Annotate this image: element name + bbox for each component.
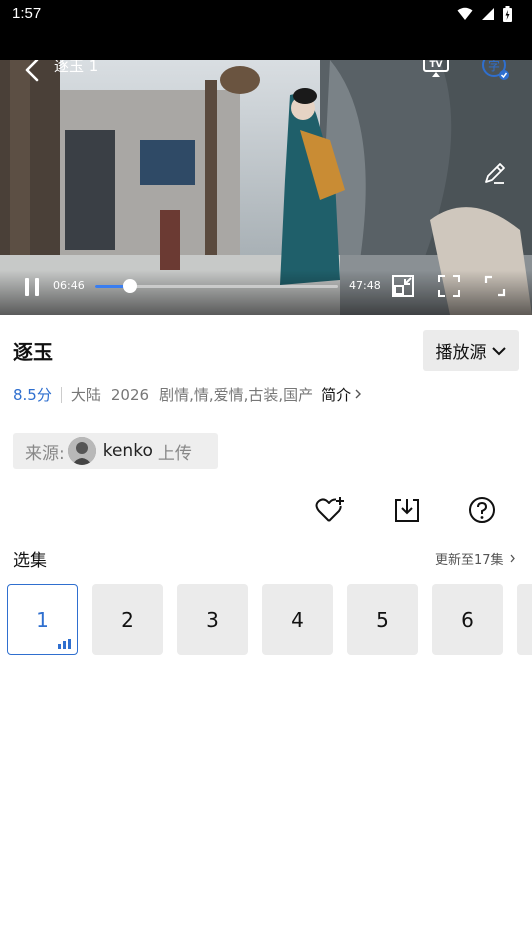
episode-number: 3 <box>206 607 219 632</box>
divider <box>60 386 62 403</box>
player-title: 逐玉 1 <box>54 60 99 75</box>
fullscreen-icon[interactable] <box>483 274 507 298</box>
uploader-name: kenko <box>102 441 153 461</box>
tv-cast-icon[interactable]: TV <box>422 60 450 78</box>
episodes-label: 选集 <box>13 551 47 571</box>
episode-number: 4 <box>291 607 304 632</box>
favorite-add-icon[interactable] <box>315 495 345 525</box>
intro-label: 简介 <box>321 386 352 404</box>
chevron-down-icon <box>491 346 506 355</box>
svg-text:字: 字 <box>488 60 500 73</box>
status-time: 1:57 <box>12 5 42 22</box>
avatar <box>67 437 96 465</box>
rating-score: 8.5分 <box>13 386 52 404</box>
episode-number: 5 <box>376 607 389 632</box>
show-meta: 8.5分 大陆 2026 剧情,情,爱情,古装,国产 简介 <box>13 384 363 405</box>
wifi-icon <box>457 7 473 20</box>
update-text: 更新至17集 <box>435 553 504 568</box>
pause-icon[interactable] <box>22 276 42 298</box>
status-icons <box>457 6 512 22</box>
status-bar-spacer <box>0 30 532 60</box>
uploader-suffix: 上传 <box>157 443 192 464</box>
episode-2[interactable]: 2 <box>92 584 163 655</box>
intro-link[interactable]: 简介 <box>321 384 363 405</box>
seek-bar-handle[interactable] <box>122 279 137 293</box>
picture-in-picture-icon[interactable] <box>391 274 415 298</box>
episodes-update-link[interactable]: 更新至17集 <box>435 549 517 568</box>
current-time: 06:46 <box>53 279 85 292</box>
download-icon[interactable] <box>392 495 422 525</box>
source-button-label: 播放源 <box>435 343 487 363</box>
status-bar: 1:57 <box>0 0 532 30</box>
episode-1[interactable]: 1 <box>7 584 78 655</box>
episode-list: 1 2 3 4 5 6 <box>7 584 532 655</box>
uploader-badge[interactable]: 来源: kenko 上传 <box>13 433 218 469</box>
chevron-right-icon <box>510 554 515 563</box>
subtitle-settings-icon[interactable]: 字 <box>480 60 510 81</box>
episode-next-partial[interactable] <box>517 584 532 655</box>
episode-number: 2 <box>121 607 134 632</box>
now-playing-icon <box>58 639 71 649</box>
episode-3[interactable]: 3 <box>177 584 248 655</box>
chevron-right-icon <box>355 389 362 399</box>
show-title: 逐玉 <box>13 340 53 364</box>
episode-5[interactable]: 5 <box>347 584 418 655</box>
battery-icon <box>503 6 512 22</box>
uploader-label: 来源: <box>25 443 65 464</box>
fit-screen-icon[interactable] <box>437 274 461 298</box>
episode-number: 6 <box>461 607 474 632</box>
seek-bar[interactable] <box>95 279 338 293</box>
year: 2026 <box>110 385 150 404</box>
episode-4[interactable]: 4 <box>262 584 333 655</box>
signal-icon <box>482 8 494 20</box>
svg-text:TV: TV <box>429 60 442 70</box>
player-top-bar: 逐玉 1 TV 字 <box>0 60 532 104</box>
region: 大陆 <box>70 386 101 404</box>
episode-number: 1 <box>36 607 49 632</box>
episode-6[interactable]: 6 <box>432 584 503 655</box>
help-icon[interactable] <box>467 495 497 525</box>
back-arrow-icon[interactable] <box>20 60 46 83</box>
total-time: 47:48 <box>349 279 381 292</box>
pencil-icon[interactable] <box>482 160 508 186</box>
genres: 剧情,情,爱情,古装,国产 <box>159 386 314 404</box>
video-player[interactable]: 逐玉 1 TV 字 06:46 47:48 <box>0 60 532 315</box>
source-select-button[interactable]: 播放源 <box>423 330 519 371</box>
